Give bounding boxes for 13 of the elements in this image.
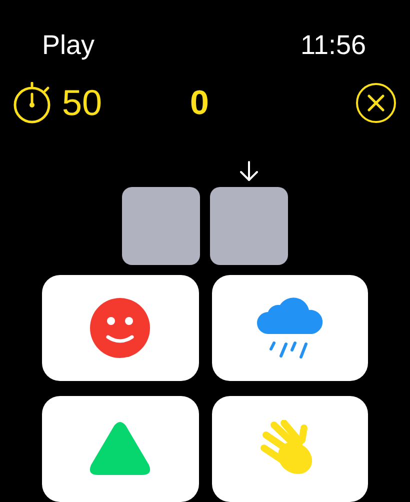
choice-button[interactable]: [212, 275, 368, 381]
close-icon: [367, 94, 385, 112]
down-arrow-icon: [239, 161, 259, 181]
stopwatch-icon: [12, 82, 52, 124]
choice-button[interactable]: [42, 275, 198, 381]
triangle-icon: [89, 421, 152, 477]
timer-value: 50: [62, 85, 102, 122]
close-button[interactable]: [356, 83, 396, 124]
clock-time: 11:56: [300, 32, 367, 60]
screen-title: Play: [42, 32, 95, 60]
score-value: 0: [190, 86, 209, 120]
choice-button[interactable]: [212, 396, 368, 502]
smiley-face-icon: [90, 298, 150, 358]
